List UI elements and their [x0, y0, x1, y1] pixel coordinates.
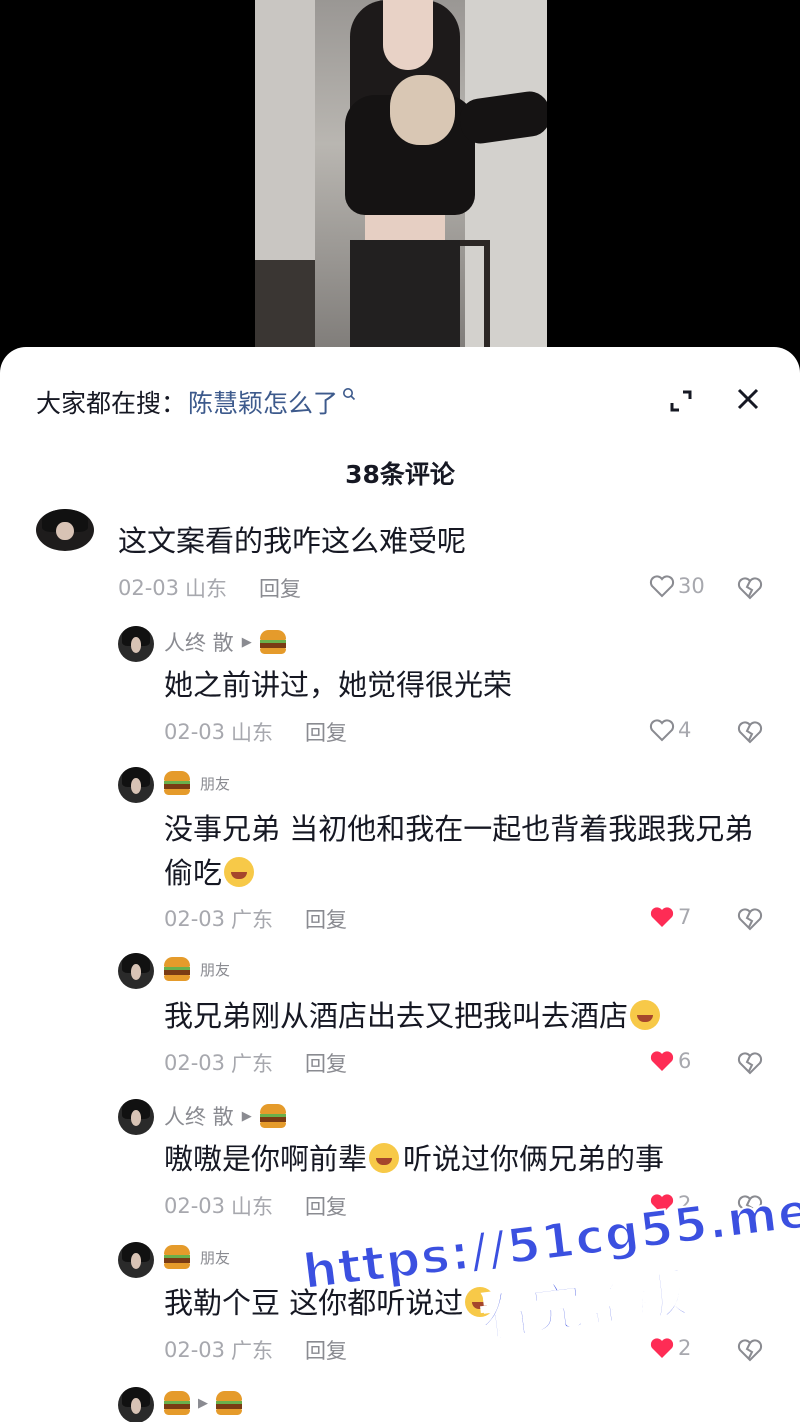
avatar[interactable] — [118, 953, 154, 989]
broken-heart-icon[interactable] — [736, 906, 764, 932]
reply-header: 朋友 — [164, 1245, 230, 1269]
comment-meta: 02-03 山东 回复 — [118, 573, 301, 603]
reply-button[interactable]: 回复 — [305, 717, 347, 747]
username[interactable]: 人终 散 — [164, 1101, 234, 1131]
comment-text: 这文案看的我咋这么难受呢 — [118, 524, 467, 558]
heart-outline-icon — [649, 719, 675, 742]
comment-location: 山东 — [185, 577, 228, 601]
search-prefix: 大家都在搜： — [36, 389, 187, 418]
like-count: 30 — [678, 574, 705, 598]
broken-heart-icon[interactable] — [736, 575, 764, 601]
avatar[interactable] — [118, 1387, 154, 1422]
reply-button[interactable]: 回复 — [305, 1191, 347, 1221]
comment-meta: 02-03 山东 回复 — [164, 717, 347, 747]
comment-meta: 02-03 广东 回复 — [164, 1048, 347, 1078]
reply-header: 人终 散 ▶ — [164, 1101, 286, 1131]
avatar[interactable] — [118, 1242, 154, 1278]
friend-tag: 朋友 — [200, 774, 231, 793]
heart-filled-icon — [650, 907, 674, 927]
reply-button[interactable]: 回复 — [259, 573, 301, 603]
avatar[interactable] — [118, 626, 154, 662]
comment-date: 02-03 — [164, 1338, 226, 1362]
avatar[interactable] — [36, 509, 94, 551]
like-count: 6 — [678, 1049, 692, 1073]
burger-icon — [164, 1245, 190, 1269]
friend-tag: 朋友 — [200, 1248, 231, 1267]
burger-icon — [164, 1391, 190, 1415]
expand-icon[interactable] — [667, 387, 695, 415]
video-player[interactable] — [0, 0, 800, 360]
search-icon — [343, 388, 356, 401]
search-suggestion[interactable]: 大家都在搜： 陈慧颖怎么了 — [36, 385, 356, 419]
heart-filled-icon — [650, 1051, 674, 1071]
broken-heart-icon[interactable] — [736, 1050, 764, 1076]
video-table — [255, 260, 315, 360]
video-frame — [255, 0, 547, 360]
burger-icon — [259, 1104, 286, 1128]
reply-header: 人终 散 ▶ — [164, 627, 286, 657]
like-button[interactable]: 30 — [648, 573, 705, 599]
like-button[interactable]: 7 — [648, 904, 691, 930]
username[interactable]: 人终 散 — [164, 627, 234, 657]
broken-heart-icon[interactable] — [736, 719, 764, 745]
comment-date: 02-03 — [164, 1051, 226, 1075]
burger-icon — [216, 1391, 242, 1415]
avatar[interactable] — [118, 1099, 154, 1135]
video-person-face — [383, 0, 433, 70]
comment-location: 广东 — [231, 908, 274, 932]
reply-header: 朋友 — [164, 771, 230, 795]
search-term[interactable]: 陈慧颖怎么了 — [188, 384, 338, 420]
reply-arrow-icon: ▶ — [198, 1395, 208, 1411]
burger-icon — [259, 630, 286, 654]
video-person-skirt — [350, 240, 460, 360]
like-count: 7 — [678, 905, 692, 929]
comment-text: 嗷嗷是你啊前辈 听说过你俩兄弟的事 — [164, 1142, 665, 1176]
comment-text: 她之前讲过，她觉得很光荣 — [164, 668, 513, 702]
comment-text: 我兄弟刚从酒店出去又把我叫去酒店 — [164, 994, 661, 1038]
like-count: 4 — [678, 718, 692, 742]
reply-button[interactable]: 回复 — [305, 1048, 347, 1078]
comment-location: 山东 — [231, 721, 274, 745]
burger-icon — [164, 771, 190, 795]
friend-tag: 朋友 — [200, 960, 231, 979]
kissy-face-emoji-icon — [369, 1143, 400, 1173]
reply-button[interactable]: 回复 — [305, 904, 347, 934]
reply-header: ▶ — [164, 1391, 242, 1415]
avatar[interactable] — [118, 767, 154, 803]
close-icon[interactable] — [735, 386, 761, 412]
comment-date: 02-03 — [164, 907, 226, 931]
comment-meta: 02-03 山东 回复 — [164, 1191, 347, 1221]
comment-location: 广东 — [231, 1339, 274, 1363]
video-dog — [390, 75, 455, 145]
comment-date: 02-03 — [164, 720, 226, 744]
comment-date: 02-03 — [164, 1194, 226, 1218]
comment-date: 02-03 — [118, 576, 180, 600]
reply-header: 朋友 — [164, 957, 230, 981]
like-button[interactable]: 6 — [648, 1048, 691, 1074]
burger-icon — [164, 957, 190, 981]
comment-count: 38条评论 — [345, 460, 455, 489]
heart-outline-icon — [649, 575, 675, 598]
laugh-cry-emoji-icon — [630, 1000, 661, 1030]
laugh-cry-emoji-icon — [224, 857, 255, 887]
comment-text: 没事兄弟 当初他和我在一起也背着我跟我兄弟偷吃 — [164, 812, 754, 890]
comment-location: 广东 — [231, 1052, 274, 1076]
like-button[interactable]: 4 — [648, 717, 691, 743]
reply-arrow-icon: ▶ — [241, 634, 252, 650]
reply-arrow-icon: ▶ — [241, 1108, 252, 1124]
comment-location: 山东 — [231, 1195, 274, 1219]
comment-meta: 02-03 广东 回复 — [164, 904, 347, 934]
